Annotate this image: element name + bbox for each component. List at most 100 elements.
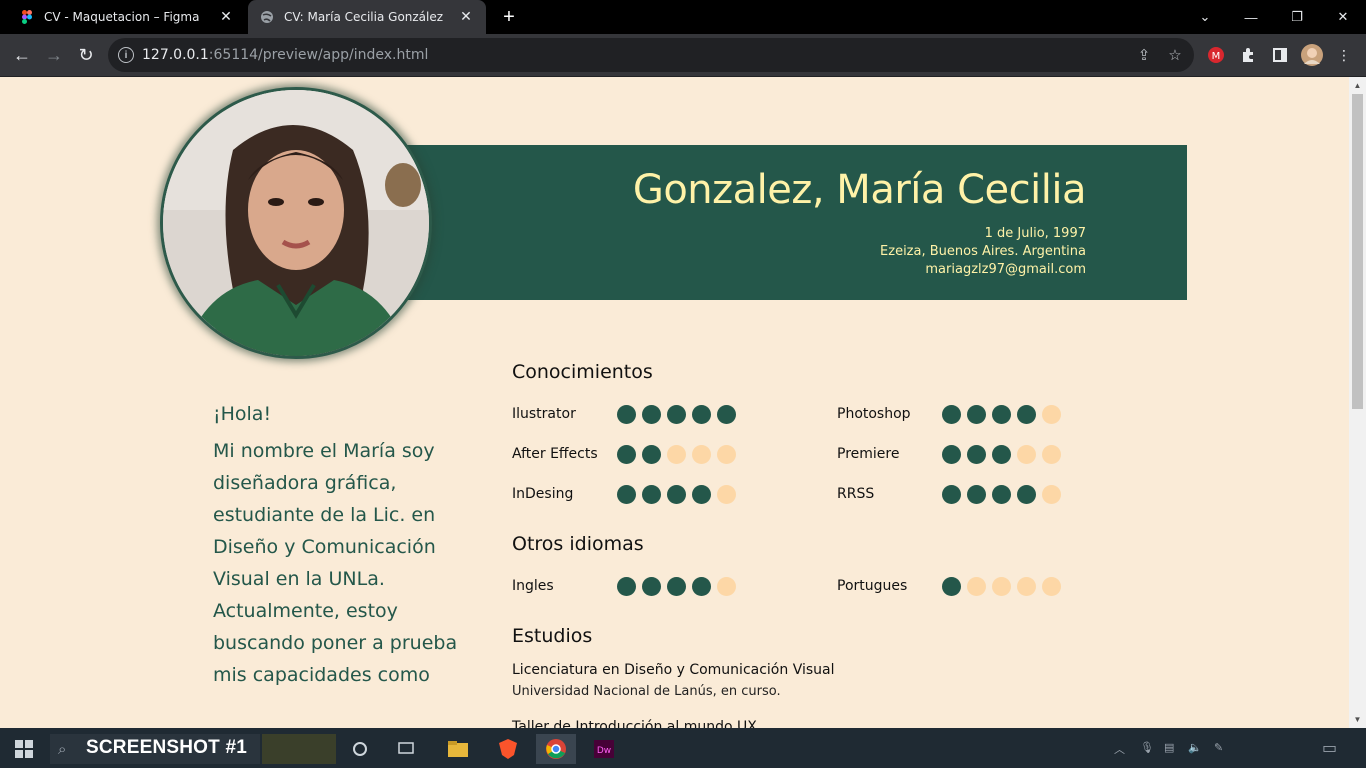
level-dot-empty	[1042, 576, 1061, 596]
tab-cv[interactable]: CV: María Cecilia González ✕	[248, 0, 486, 34]
tab-figma[interactable]: CV - Maquetacion – Figma ✕	[8, 0, 246, 34]
level-dot-filled	[942, 444, 961, 464]
tab-strip: CV - Maquetacion – Figma ✕ CV: María Cec…	[0, 0, 1366, 34]
skill-row: After Effects	[512, 444, 736, 464]
bookmark-star-icon[interactable]: ☆	[1166, 46, 1184, 64]
skill-label: Premiere	[837, 446, 900, 462]
scroll-down-arrow-icon[interactable]: ▼	[1349, 711, 1366, 728]
skill-level	[942, 404, 1061, 424]
close-tab-icon[interactable]: ✕	[458, 9, 474, 25]
skill-label: InDesing	[512, 486, 574, 502]
level-dot-filled	[642, 404, 661, 424]
tray-chevron-icon[interactable]: ︿	[1114, 741, 1125, 757]
level-dot-filled	[692, 484, 711, 504]
email-link[interactable]: mariagzlz97@gmail.com	[880, 261, 1086, 279]
address-bar[interactable]: i 127.0.0.1:65114/preview/app/index.html…	[108, 38, 1194, 72]
skill-label: After Effects	[512, 446, 598, 462]
scroll-up-arrow-icon[interactable]: ▲	[1349, 77, 1366, 94]
study-title: Taller de Introducción al mundo UX	[512, 719, 757, 728]
level-dot-filled	[942, 484, 961, 504]
study-title: Licenciatura en Diseño y Comunicación Vi…	[512, 662, 835, 678]
menu-kebab-icon[interactable]: ⋮	[1334, 45, 1354, 65]
svg-text:M: M	[1212, 51, 1221, 62]
level-dot-empty	[1042, 484, 1061, 504]
chrome-icon[interactable]	[536, 734, 576, 764]
level-dot-filled	[692, 404, 711, 424]
level-dot-empty	[1042, 404, 1061, 424]
taskbar-widget-image[interactable]	[262, 734, 336, 764]
share-icon[interactable]: ⇪	[1135, 46, 1153, 64]
notifications-icon[interactable]: ▭	[1322, 738, 1337, 758]
cv-name: Gonzalez, María Cecilia	[632, 167, 1087, 213]
reload-icon[interactable]: ↻	[72, 41, 100, 69]
language-level	[942, 576, 1061, 596]
page-scrollbar[interactable]: ▲ ▼	[1349, 77, 1366, 728]
tray-mic-icon[interactable]: 🎙	[1140, 741, 1154, 754]
extensions-puzzle-icon[interactable]	[1238, 45, 1258, 65]
close-tab-icon[interactable]: ✕	[218, 9, 234, 25]
level-dot-filled	[1017, 484, 1036, 504]
globe-icon	[260, 10, 274, 24]
language-label: Portugues	[837, 578, 908, 594]
tab-title: CV - Maquetacion – Figma	[44, 10, 200, 24]
language-row: Ingles	[512, 576, 736, 596]
bio-text: Mi nombre el María soy diseñadora gráfic…	[213, 440, 458, 686]
level-dot-filled	[992, 484, 1011, 504]
level-dot-filled	[967, 484, 986, 504]
level-dot-filled	[617, 484, 636, 504]
profile-photo	[160, 87, 432, 359]
site-info-icon[interactable]: i	[118, 47, 134, 63]
mega-extension-icon[interactable]: M	[1206, 45, 1226, 65]
close-window-button[interactable]: ✕	[1320, 0, 1366, 34]
brave-browser-icon[interactable]	[488, 734, 528, 764]
task-view-icon[interactable]	[340, 734, 380, 764]
level-dot-filled	[667, 404, 686, 424]
tray-network-icon[interactable]: ▤	[1164, 741, 1174, 754]
level-dot-empty	[717, 484, 736, 504]
birthdate: 1 de Julio, 1997	[984, 226, 1086, 241]
greeting: ¡Hola!	[213, 403, 272, 425]
level-dot-filled	[942, 404, 961, 424]
level-dot-filled	[942, 576, 961, 596]
skill-level	[617, 484, 736, 504]
level-dot-empty	[717, 444, 736, 464]
section-title-languages: Otros idiomas	[512, 533, 644, 555]
figma-icon	[20, 10, 34, 24]
url-text[interactable]: 127.0.0.1:65114/preview/app/index.html	[142, 47, 428, 63]
study-detail: Universidad Nacional de Lanús, en curso.	[512, 684, 781, 699]
side-panel-icon[interactable]	[1270, 45, 1290, 65]
level-dot-empty	[667, 444, 686, 464]
contact-block: 1 de Julio, 1997 Ezeiza, Buenos Aires. A…	[880, 225, 1086, 279]
skill-row: Photoshop	[837, 404, 1061, 424]
level-dot-filled	[642, 444, 661, 464]
skill-level	[617, 404, 736, 424]
language-row: Portugues	[837, 576, 1061, 596]
level-dot-filled	[617, 576, 636, 596]
level-dot-filled	[967, 404, 986, 424]
intro-block: ¡Hola! Mi nombre el María soy diseñadora…	[213, 403, 463, 691]
tray-pen-icon[interactable]: ✎	[1214, 741, 1223, 754]
windows-start-icon[interactable]	[4, 734, 44, 764]
minimize-button[interactable]: —	[1228, 0, 1274, 34]
dreamweaver-icon[interactable]: Dw	[584, 734, 624, 764]
new-tab-button[interactable]: +	[497, 6, 521, 28]
tray-volume-icon[interactable]: 🔈	[1188, 741, 1202, 754]
scroll-thumb[interactable]	[1352, 94, 1363, 409]
widgets-icon[interactable]	[386, 734, 426, 764]
level-dot-empty	[1042, 444, 1061, 464]
skill-level	[942, 484, 1061, 504]
skill-row: Ilustrator	[512, 404, 736, 424]
skill-label: RRSS	[837, 486, 875, 502]
profile-avatar[interactable]	[1301, 44, 1323, 66]
back-icon[interactable]: ←	[8, 41, 36, 69]
tab-search-icon[interactable]: ⌄	[1182, 0, 1228, 34]
location: Ezeiza, Buenos Aires. Argentina	[880, 244, 1086, 259]
level-dot-empty	[1017, 576, 1036, 596]
search-icon: ⌕	[58, 740, 67, 758]
svg-text:Dw: Dw	[597, 746, 611, 756]
restore-button[interactable]: ❐	[1274, 0, 1320, 34]
forward-icon[interactable]: →	[40, 41, 68, 69]
file-explorer-icon[interactable]	[438, 734, 478, 764]
section-title-knowledge: Conocimientos	[512, 361, 653, 383]
level-dot-filled	[642, 576, 661, 596]
